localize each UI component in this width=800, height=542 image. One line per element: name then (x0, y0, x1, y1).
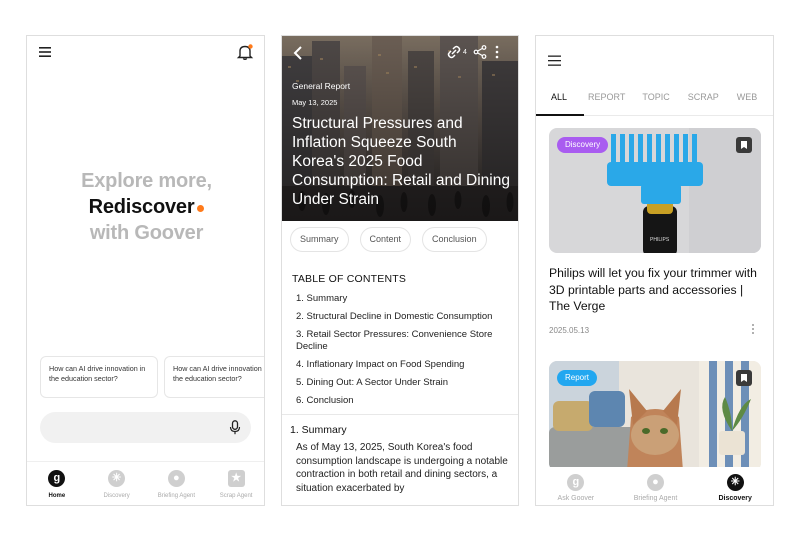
lightbulb-icon: ● (167, 470, 185, 487)
tab-scrap-agent[interactable]: ★ Scrap Agent (206, 462, 264, 505)
hero-line-rediscover: Rediscover (27, 196, 264, 219)
card-image-trimmer[interactable]: PHILIPS Discovery (549, 128, 761, 253)
tab-ask-goover[interactable]: g Ask Goover (536, 467, 616, 505)
more-options-icon[interactable] (495, 45, 499, 59)
report-date: May 13, 2025 (292, 98, 338, 107)
toc-item[interactable]: 5. Dining Out: A Sector Under Strain (296, 377, 514, 389)
toc-item[interactable]: 1. Summary (296, 293, 514, 305)
filter-tab-web[interactable]: WEB (737, 92, 758, 102)
microphone-icon[interactable] (229, 420, 241, 435)
tab-home[interactable]: g Home (27, 462, 87, 505)
report-title: Structural Pressures and Inflation Squee… (292, 115, 510, 208)
section-title: 1. Summary (290, 424, 347, 436)
chip-summary[interactable]: Summary (290, 227, 349, 252)
tab-label: Home (48, 493, 66, 499)
tab-label: Briefing Agent (157, 493, 196, 499)
hamburger-menu-icon[interactable] (548, 54, 561, 67)
tab-label: Scrap Agent (219, 493, 253, 499)
toc-heading: TABLE OF CONTENTS (292, 273, 407, 285)
badge-discovery: Discovery (557, 137, 609, 153)
bookmark-icon[interactable] (736, 137, 752, 153)
hero-line-explore: Explore more, (81, 170, 212, 192)
discovery-icon: ✳ (108, 470, 126, 487)
link-icon[interactable] (446, 45, 462, 59)
discovery-screen: ALL REPORT TOPIC SCRAP WEB PHILIPS Disco… (535, 35, 774, 506)
ask-input[interactable] (40, 412, 251, 443)
more-options-icon[interactable] (751, 323, 755, 335)
goover-logo-icon: g (567, 474, 585, 491)
tab-label: Ask Goover (557, 495, 595, 502)
section-body: As of May 13, 2025, South Korea's food c… (296, 442, 508, 494)
active-tab-indicator (536, 114, 584, 116)
back-arrow-icon[interactable] (292, 45, 304, 61)
card-date: 2025.05.13 (549, 326, 590, 335)
tab-discovery[interactable]: ✳ Discovery (87, 462, 147, 505)
goover-logo-icon: g (48, 470, 66, 487)
chip-conclusion[interactable]: Conclusion (422, 227, 487, 252)
badge-report: Report (557, 370, 598, 386)
tab-label: Discovery (718, 495, 752, 502)
bottom-tab-bar: g Home ✳ Discovery ● Briefing Agent ★ Sc… (27, 461, 264, 505)
card-title[interactable]: Philips will let you fix your trimmer wi… (549, 265, 763, 315)
toc-item[interactable]: 4. Inflationary Impact on Food Spending (296, 359, 514, 371)
suggestion-card[interactable]: How can AI drive innovation in the educa… (40, 356, 158, 398)
filter-tab-topic[interactable]: TOPIC (642, 92, 669, 102)
toc-item[interactable]: 2. Structural Decline in Domestic Consum… (296, 311, 514, 323)
toc-item[interactable]: 6. Conclusion (296, 395, 514, 407)
filter-tab-report[interactable]: REPORT (588, 92, 625, 102)
bookmark-icon[interactable] (736, 370, 752, 386)
discovery-icon: ✳ (726, 474, 744, 491)
home-screen: Explore more, Rediscover with Goover How… (26, 35, 265, 506)
tab-briefing-agent[interactable]: ● Briefing Agent (147, 462, 207, 505)
link-count: 4 (463, 48, 467, 56)
filter-tab-all[interactable]: ALL (551, 92, 567, 102)
lightbulb-icon: ● (647, 474, 664, 491)
table-of-contents: 1. Summary 2. Structural Decline in Dome… (296, 293, 514, 413)
hero-brand-text: Rediscover (88, 196, 195, 218)
tab-label: Discovery (103, 493, 130, 499)
section-divider (282, 414, 518, 415)
chip-content[interactable]: Content (359, 227, 412, 252)
tab-discovery[interactable]: ✳ Discovery (695, 467, 773, 505)
filter-tabs: ALL REPORT TOPIC SCRAP WEB (536, 92, 773, 102)
notification-bell-icon[interactable] (236, 43, 254, 61)
card-image-cat[interactable]: Report (549, 361, 761, 471)
bottom-tab-bar: g Ask Goover ● Briefing Agent ✳ Discover… (536, 467, 773, 505)
tab-label: Briefing Agent (633, 495, 678, 502)
scrap-icon: ★ (227, 470, 245, 487)
hero-line-goover: with Goover (89, 222, 204, 244)
accent-dot-icon (197, 205, 205, 212)
hamburger-menu-icon[interactable] (38, 45, 52, 59)
toc-item[interactable]: 3. Retail Sector Pressures: Convenience … (296, 329, 514, 353)
tab-briefing-agent[interactable]: ● Briefing Agent (616, 467, 696, 505)
suggestion-card[interactable]: How can AI drive innovation in the educa… (164, 356, 264, 398)
report-category: General Report (292, 81, 351, 91)
product-brand-text: PHILIPS (650, 237, 670, 243)
filter-tab-scrap[interactable]: SCRAP (688, 92, 719, 102)
report-actions: 4 (446, 45, 499, 59)
share-icon[interactable] (473, 45, 487, 59)
section-chips: Summary Content Conclusion (290, 227, 487, 252)
report-screen: 4 General Report May 13, 2025 Structural… (281, 35, 519, 506)
